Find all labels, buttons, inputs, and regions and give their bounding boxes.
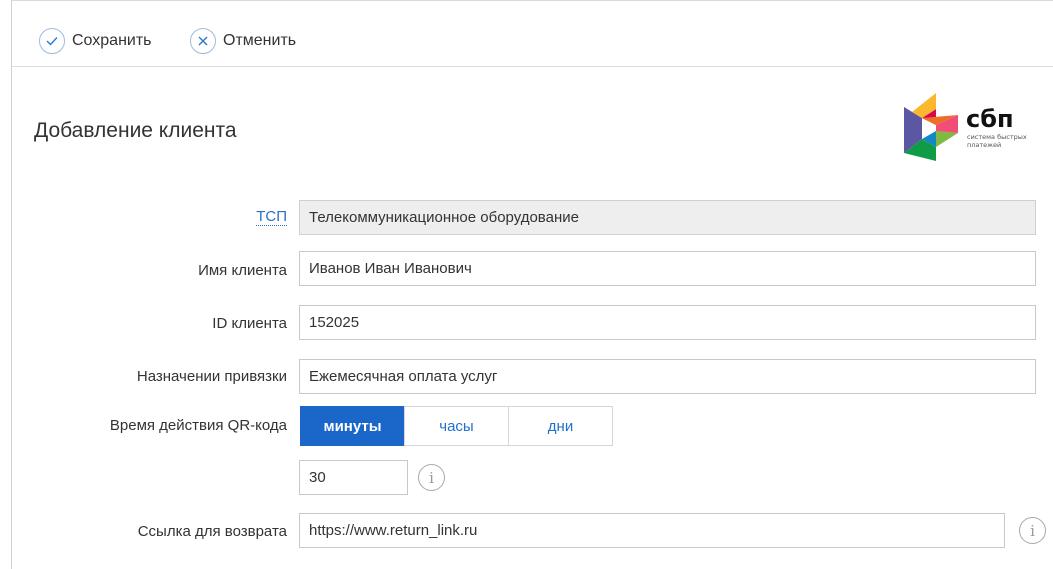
qr-validity-value-input[interactable]	[299, 460, 408, 495]
return-link-label: Ссылка для возврата	[137, 523, 287, 540]
info-icon[interactable]: i	[1019, 517, 1046, 544]
logo-tagline-1: система быстрых	[967, 133, 1027, 141]
logo-brand: сбп	[966, 105, 1014, 133]
toolbar: Сохранить Отменить	[12, 1, 1053, 67]
save-label: Сохранить	[72, 32, 152, 49]
purpose-label: Назначении привязки	[136, 368, 287, 385]
client-id-input[interactable]	[299, 305, 1036, 340]
client-name-label: Имя клиента	[198, 262, 287, 279]
sbp-logo: сбп система быстрых платежей	[900, 93, 1032, 161]
form-window: Сохранить Отменить Добавление клиента сб…	[11, 0, 1053, 569]
logo-tagline-2: платежей	[967, 141, 1001, 149]
cancel-label: Отменить	[223, 32, 297, 49]
page-title: Добавление клиента	[34, 119, 237, 142]
unit-hours-button[interactable]: часы	[404, 406, 509, 446]
tsp-label-wrap: ТСП	[256, 208, 287, 226]
tsp-field: Телекоммуникационное оборудование	[299, 200, 1036, 235]
close-icon	[190, 28, 216, 54]
unit-days-button[interactable]: дни	[508, 406, 613, 446]
purpose-input[interactable]	[299, 359, 1036, 394]
cancel-button[interactable]: Отменить	[190, 26, 296, 56]
check-icon	[39, 28, 65, 54]
save-button[interactable]: Сохранить	[39, 26, 152, 56]
qr-validity-label: Время действия QR-кода	[109, 417, 287, 434]
qr-validity-unit-switch: минуты часы дни	[300, 406, 613, 446]
info-icon[interactable]: i	[418, 464, 445, 491]
client-id-label: ID клиента	[212, 315, 287, 332]
unit-minutes-button[interactable]: минуты	[300, 406, 405, 446]
return-link-input[interactable]	[299, 513, 1005, 548]
client-name-input[interactable]	[299, 251, 1036, 286]
tsp-label-link[interactable]: ТСП	[256, 208, 287, 226]
sbp-logo-mark: сбп система быстрых платежей	[904, 93, 1027, 161]
